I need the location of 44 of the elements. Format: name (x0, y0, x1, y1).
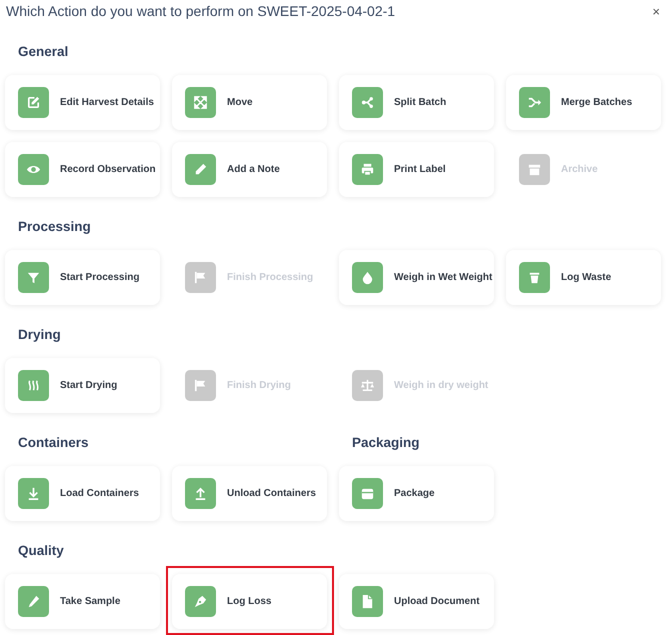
funnel-icon (18, 262, 49, 293)
download-icon (18, 478, 49, 509)
action-card[interactable]: Merge Batches (506, 75, 661, 130)
action-card[interactable]: Move (172, 75, 327, 130)
drop-icon (352, 262, 383, 293)
action-card[interactable]: Record Observation (5, 142, 160, 197)
action-card[interactable]: Log Waste (506, 250, 661, 305)
section-title: Quality (17, 543, 65, 559)
dialog-title: Which Action do you want to perform on SWEET-2025-04-02-1 (6, 3, 396, 19)
section-title: Packaging (351, 435, 421, 451)
eye-icon (18, 154, 49, 185)
action-card[interactable]: Package (339, 466, 494, 521)
section-title: Containers (17, 435, 90, 451)
action-card[interactable]: Load Containers (5, 466, 160, 521)
split-icon (352, 87, 383, 118)
section-title: General (17, 44, 70, 60)
action-card[interactable]: Print Label (339, 142, 494, 197)
scale-icon (352, 370, 383, 401)
file-icon (352, 586, 383, 617)
section-title: Drying (17, 327, 62, 343)
heat-waves-icon (18, 370, 49, 401)
merge-icon (519, 87, 550, 118)
edit-icon (18, 87, 49, 118)
box-icon (352, 478, 383, 509)
action-card[interactable]: Edit Harvest Details (5, 75, 160, 130)
action-card[interactable]: Log Loss (172, 574, 327, 629)
action-card[interactable]: Start Drying (5, 358, 160, 413)
printer-icon (352, 154, 383, 185)
action-card[interactable]: Add a Note (172, 142, 327, 197)
section-title: Processing (17, 219, 92, 235)
action-card[interactable]: Split Batch (339, 75, 494, 130)
flag-icon (185, 370, 216, 401)
upload-icon (185, 478, 216, 509)
pencil-icon (185, 154, 216, 185)
close-button[interactable]: × (650, 4, 662, 18)
flag-icon (185, 262, 216, 293)
action-card[interactable]: Unload Containers (172, 466, 327, 521)
action-card[interactable]: Upload Document (339, 574, 494, 629)
archive-icon (519, 154, 550, 185)
trash-icon (519, 262, 550, 293)
action-card[interactable]: Take Sample (5, 574, 160, 629)
action-card[interactable]: Start Processing (5, 250, 160, 305)
pen-nib-icon (185, 586, 216, 617)
action-card[interactable]: Weigh in Wet Weight (339, 250, 494, 305)
